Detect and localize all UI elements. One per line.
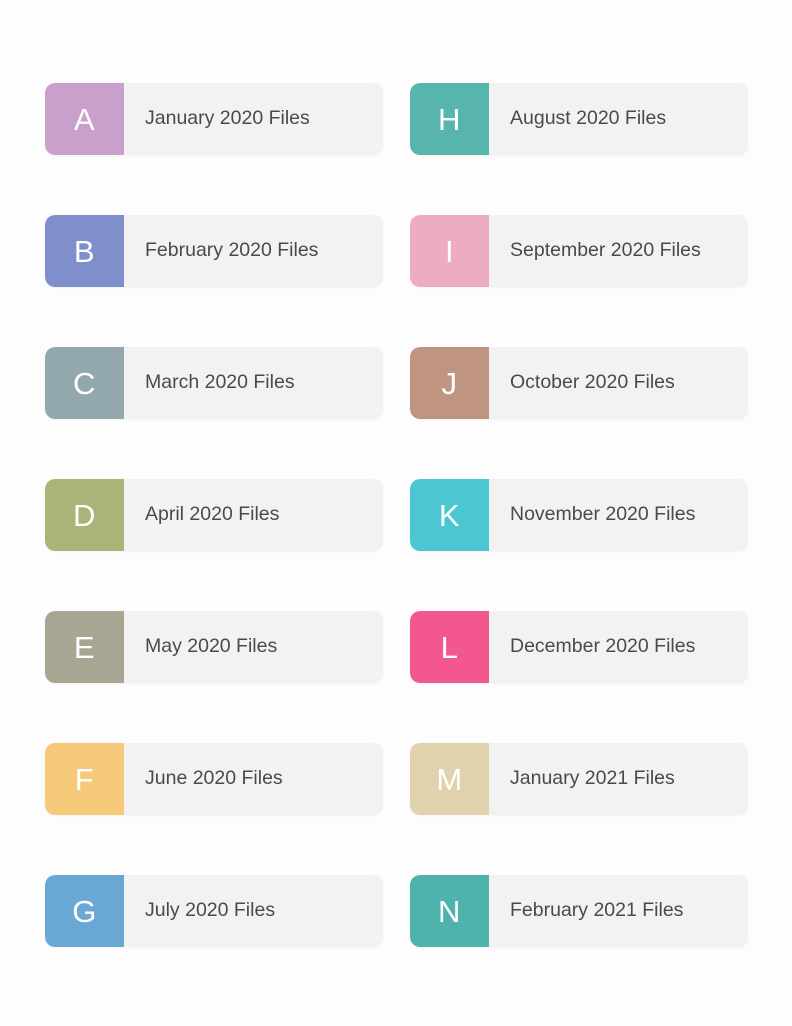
label-card[interactable]: A January 2020 Files (45, 83, 383, 155)
label-title: December 2020 Files (510, 635, 696, 658)
label-card-body: January 2020 Files (124, 83, 383, 155)
letter-glyph: F (74, 761, 95, 797)
letter-tab: B (45, 215, 124, 287)
label-title: February 2021 Files (510, 899, 684, 922)
letter-glyph: B (73, 233, 96, 269)
letter-glyph: L (440, 629, 459, 665)
letter-tab: E (45, 611, 124, 683)
letter-glyph: D (73, 497, 96, 533)
letter-tab: D (45, 479, 124, 551)
label-title: February 2020 Files (145, 239, 319, 262)
letter-tab: M (410, 743, 489, 815)
label-card-body: October 2020 Files (489, 347, 748, 419)
label-card[interactable]: L December 2020 Files (410, 611, 748, 683)
letter-tab: K (410, 479, 489, 551)
label-card-body: February 2021 Files (489, 875, 748, 947)
label-card-body: January 2021 Files (489, 743, 748, 815)
label-title: January 2021 Files (510, 767, 675, 790)
label-title: March 2020 Files (145, 371, 295, 394)
label-title: May 2020 Files (145, 635, 278, 658)
label-title: June 2020 Files (145, 767, 283, 790)
label-card-body: February 2020 Files (124, 215, 383, 287)
label-card[interactable]: F June 2020 Files (45, 743, 383, 815)
label-card[interactable]: M January 2021 Files (410, 743, 748, 815)
label-card-body: March 2020 Files (124, 347, 383, 419)
label-card-body: December 2020 Files (489, 611, 748, 683)
label-grid: A January 2020 Files H August 2020 Files B Fe… (45, 83, 748, 947)
letter-tab: L (410, 611, 489, 683)
label-card[interactable]: E May 2020 Files (45, 611, 383, 683)
letter-tab: H (410, 83, 489, 155)
letter-glyph: C (73, 365, 96, 401)
label-title: August 2020 Files (510, 107, 667, 130)
label-card[interactable]: B February 2020 Files (45, 215, 383, 287)
letter-glyph: K (438, 497, 461, 533)
label-card[interactable]: D April 2020 Files (45, 479, 383, 551)
letter-tab: C (45, 347, 124, 419)
label-card[interactable]: G July 2020 Files (45, 875, 383, 947)
label-card[interactable]: C March 2020 Files (45, 347, 383, 419)
label-title: October 2020 Files (510, 371, 675, 394)
label-title: July 2020 Files (145, 899, 276, 922)
label-card-body: September 2020 Files (489, 215, 748, 287)
letter-glyph: A (73, 101, 96, 137)
label-card-body: April 2020 Files (124, 479, 383, 551)
letter-glyph: M (436, 761, 463, 797)
label-card[interactable]: J October 2020 Files (410, 347, 748, 419)
label-card[interactable]: I September 2020 Files (410, 215, 748, 287)
label-card[interactable]: N February 2021 Files (410, 875, 748, 947)
letter-tab: J (410, 347, 489, 419)
letter-glyph: I (444, 233, 455, 269)
label-title: January 2020 Files (145, 107, 310, 130)
label-card[interactable]: K November 2020 Files (410, 479, 748, 551)
label-card-body: May 2020 Files (124, 611, 383, 683)
letter-tab: A (45, 83, 124, 155)
label-title: November 2020 Files (510, 503, 696, 526)
letter-glyph: G (72, 893, 97, 929)
letter-tab: F (45, 743, 124, 815)
label-title: April 2020 Files (145, 503, 280, 526)
letter-glyph: E (73, 629, 96, 665)
letter-glyph: J (441, 365, 458, 401)
label-card-body: July 2020 Files (124, 875, 383, 947)
label-card-body: June 2020 Files (124, 743, 383, 815)
letter-tab: N (410, 875, 489, 947)
letter-tab: I (410, 215, 489, 287)
label-card[interactable]: H August 2020 Files (410, 83, 748, 155)
letter-glyph: N (438, 893, 461, 929)
label-card-body: August 2020 Files (489, 83, 748, 155)
label-title: September 2020 Files (510, 239, 701, 262)
letter-glyph: H (438, 101, 461, 137)
letter-tab: G (45, 875, 124, 947)
label-card-body: November 2020 Files (489, 479, 748, 551)
label-sheet: A January 2020 Files H August 2020 Files B Fe… (0, 0, 792, 1026)
